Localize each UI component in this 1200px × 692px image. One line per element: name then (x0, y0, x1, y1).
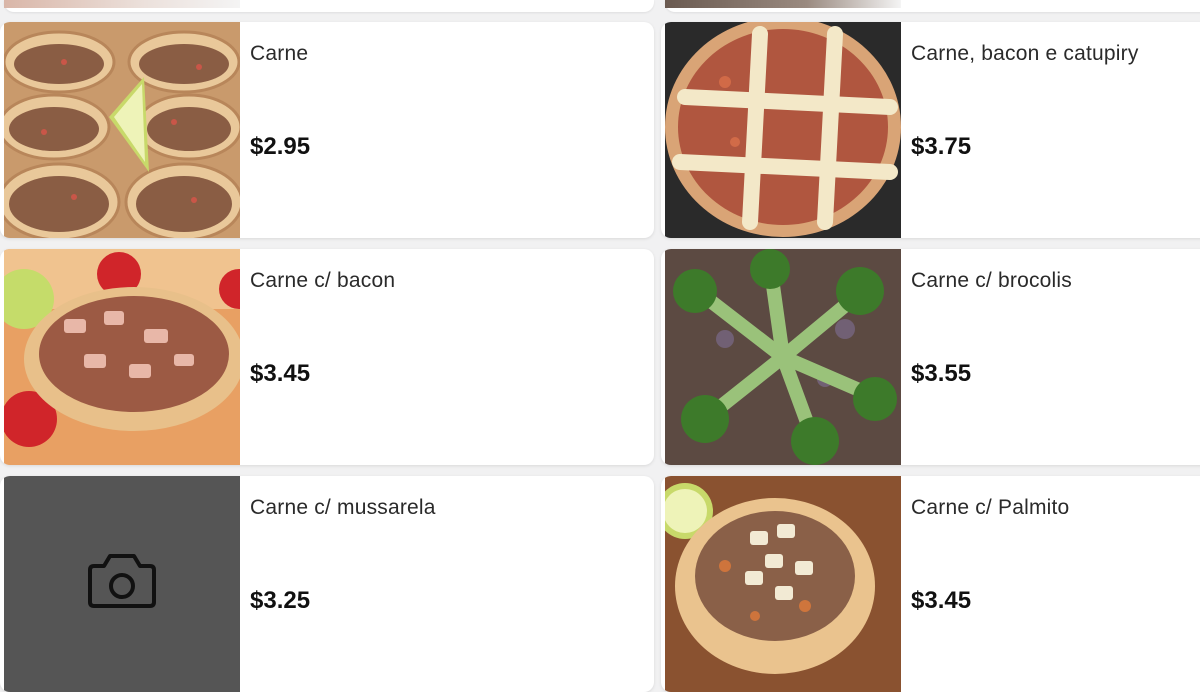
meat-esfiha-photo (4, 22, 240, 238)
previous-row-card-right[interactable] (665, 0, 1200, 12)
item-name: Carne c/ bacon (250, 269, 396, 292)
item-name: Carne, bacon e catupiry (911, 42, 1139, 65)
item-name: Carne (250, 42, 309, 65)
item-name: Carne c/ Palmito (911, 496, 1070, 519)
previous-item-photo (665, 0, 901, 8)
menu-item-card[interactable]: Carne c/ mussarela $3.25 (0, 476, 654, 692)
image-placeholder (4, 476, 240, 692)
item-price: $3.55 (911, 360, 972, 387)
item-price: $3.45 (911, 587, 972, 614)
item-price: $3.75 (911, 133, 972, 160)
previous-item-photo (4, 0, 240, 8)
menu-item-card[interactable]: Carne c/ Palmito $3.45 (661, 476, 1200, 692)
item-price: $2.95 (250, 133, 311, 160)
menu-item-card[interactable]: Carne, bacon e catupiry $3.75 (661, 22, 1200, 238)
menu-item-card[interactable]: Carne c/ bacon $3.45 (0, 249, 654, 465)
item-name: Carne c/ mussarela (250, 496, 436, 519)
item-name: Carne c/ brocolis (911, 269, 1072, 292)
bacon-esfiha-photo (4, 249, 240, 465)
previous-row-card-left[interactable] (4, 0, 654, 12)
item-price: $3.45 (250, 360, 311, 387)
menu-item-card[interactable]: Carne c/ brocolis $3.55 (661, 249, 1200, 465)
item-price: $3.25 (250, 587, 311, 614)
palmito-esfiha-photo (665, 476, 901, 692)
camera-icon (88, 554, 156, 608)
lattice-cheese-esfiha-photo (665, 22, 901, 238)
broccoli-esfiha-photo (665, 249, 901, 465)
menu-item-card[interactable]: Carne $2.95 (0, 22, 654, 238)
